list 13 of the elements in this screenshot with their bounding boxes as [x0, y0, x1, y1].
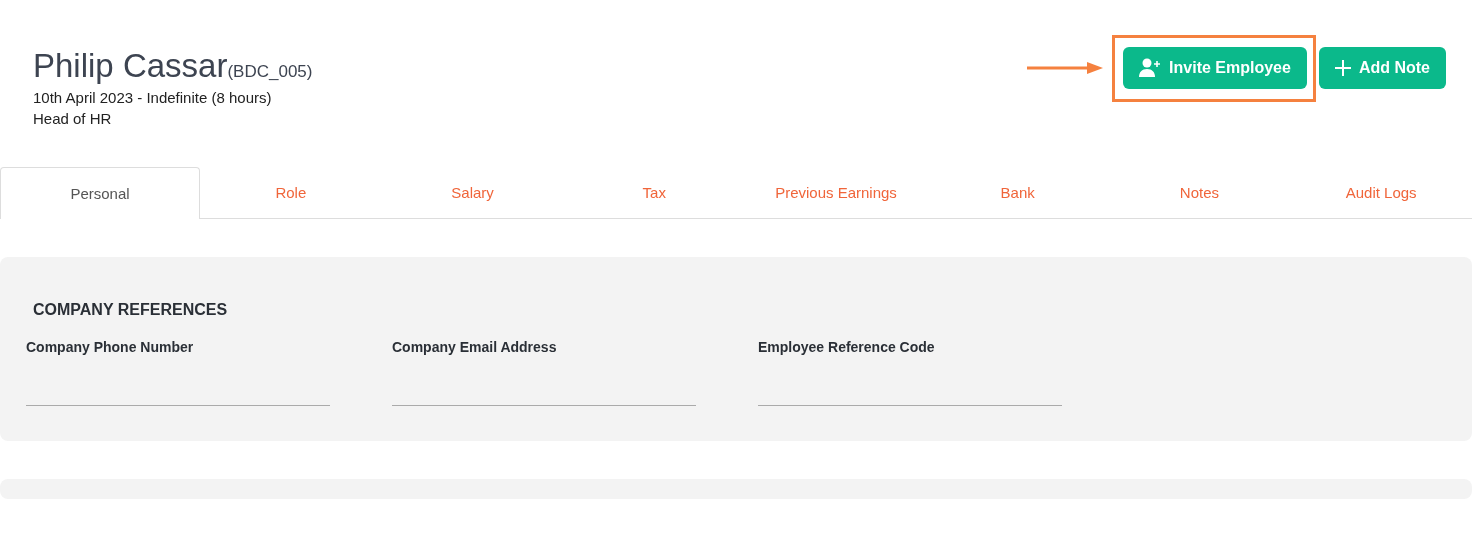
employee-name: Philip Cassar: [33, 47, 228, 85]
field-label: Company Phone Number: [26, 339, 195, 355]
job-title: Head of HR: [33, 110, 113, 127]
section-title: COMPANY REFERENCES: [33, 301, 229, 319]
employment-period: 10th April 2023 - Indefinite (8 hours): [33, 89, 273, 106]
plus-icon: [1334, 60, 1351, 76]
user-plus-icon: [1139, 58, 1162, 78]
add-note-button[interactable]: Add Note: [1318, 47, 1446, 89]
tab[interactable]: Personal: [0, 167, 200, 219]
field-label: Employee Reference Code: [758, 339, 936, 355]
field-label: Company Email Address: [392, 339, 558, 355]
employee-code: (BDC_005): [227, 62, 313, 82]
invite-button[interactable]: Invite Employee: [1123, 47, 1307, 89]
